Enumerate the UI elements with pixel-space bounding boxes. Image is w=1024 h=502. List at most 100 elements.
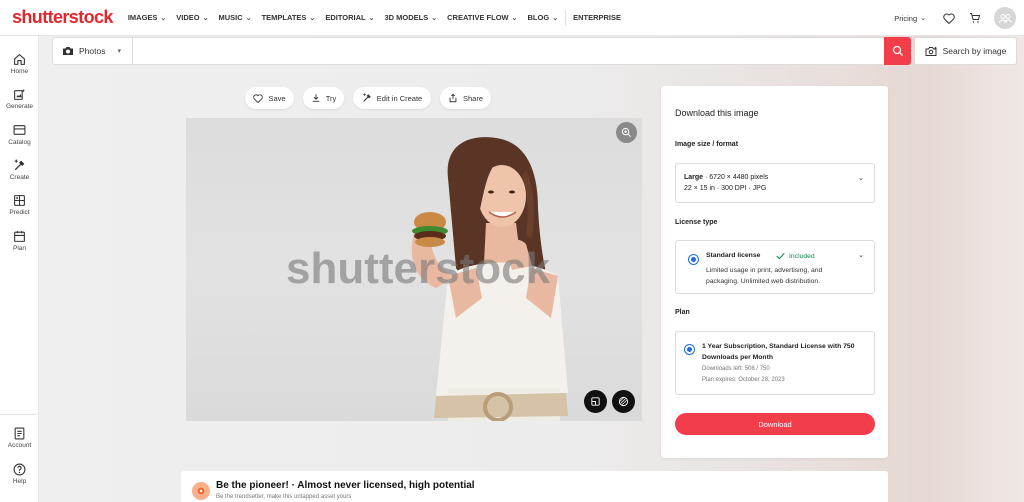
similar-images-button[interactable] xyxy=(612,390,635,413)
similar-icon xyxy=(618,396,629,407)
account-avatar-icon[interactable] xyxy=(994,7,1016,29)
expand-preview-button[interactable] xyxy=(584,390,607,413)
search-button[interactable] xyxy=(884,37,911,65)
heart-icon[interactable] xyxy=(941,10,957,26)
caret-down-icon: ▾ xyxy=(117,48,121,55)
pricing-menu[interactable]: Pricing ⌄ xyxy=(894,14,926,23)
media-type-label: Photos xyxy=(79,46,106,56)
try-button[interactable]: Try xyxy=(303,87,344,109)
nav-blog[interactable]: BLOG ⌄ xyxy=(528,13,559,22)
chevron-down-icon: ⌄ xyxy=(431,14,438,22)
sparkle-badge-icon xyxy=(192,482,210,500)
chevron-down-icon: ⌄ xyxy=(160,14,167,22)
account-icon xyxy=(13,426,27,440)
search-input[interactable] xyxy=(133,38,884,64)
top-navigation-bar: shutterstock IMAGES ⌄ VIDEO ⌄ MUSIC ⌄ TEMPL… xyxy=(0,0,1024,36)
search-icon xyxy=(892,45,903,56)
share-label: Share xyxy=(462,93,483,103)
sidebar-item-generate[interactable]: Generate xyxy=(0,87,39,110)
search-by-image-button[interactable]: Search by image xyxy=(914,37,1017,65)
stock-image-preview[interactable]: shutterstock xyxy=(186,118,642,421)
generate-icon xyxy=(13,87,27,101)
catalog-icon xyxy=(13,123,27,137)
nav-divider xyxy=(565,9,567,26)
size-summary: Large · 6720 × 4480 pixels xyxy=(684,174,768,181)
download-icon xyxy=(312,94,320,102)
nav-right-group: Pricing ⌄ xyxy=(894,0,1016,36)
woman-with-burger-photo: shutterstock xyxy=(286,137,568,421)
zoom-in-button[interactable] xyxy=(616,122,637,143)
nav-creative-flow[interactable]: CREATIVE FLOW ⌄ xyxy=(447,13,517,22)
camera-icon xyxy=(63,47,73,55)
edit-in-create-label: Edit in Create xyxy=(376,93,423,103)
home-icon xyxy=(13,52,27,66)
sidebar-item-plan[interactable]: Plan xyxy=(0,229,39,252)
search-by-image-label: Search by image xyxy=(942,46,1007,56)
sidebar-item-predict[interactable]: Predict xyxy=(0,193,39,216)
check-icon xyxy=(776,252,785,260)
image-size-dropdown[interactable]: Large · 6720 × 4480 pixels 22 × 15 in · … xyxy=(675,163,875,203)
downloads-left: Downloads left: 508 / 750 xyxy=(702,366,770,372)
chevron-down-icon: ⌄ xyxy=(858,252,864,259)
sidebar-item-create[interactable]: Create xyxy=(0,158,39,181)
image-search-icon xyxy=(925,46,937,56)
chevron-down-icon: ⌄ xyxy=(511,14,518,22)
size-pixels: · 6720 × 4480 pixels xyxy=(705,174,769,181)
sidebar-item-label: Generate xyxy=(5,103,34,110)
plan-option[interactable]: 1 Year Subscription, Standard License wi… xyxy=(675,331,875,395)
size-details: 22 × 15 in · 300 DPI · JPG xyxy=(684,185,767,192)
sidebar-item-home[interactable]: Home xyxy=(0,52,39,75)
plan-label: Plan xyxy=(675,309,690,316)
download-button[interactable]: Download xyxy=(675,413,875,435)
cart-icon[interactable] xyxy=(967,10,983,26)
search-bar: Photos ▾ xyxy=(52,37,911,65)
panel-title: Download this image xyxy=(675,108,759,118)
image-size-label: Image size / format xyxy=(675,141,739,148)
chevron-down-icon: ⌄ xyxy=(920,15,926,22)
license-radio[interactable] xyxy=(688,254,699,265)
sidebar-item-label: Create xyxy=(9,174,30,181)
license-name: Standard license xyxy=(706,252,761,259)
sidebar-item-help[interactable]: Help xyxy=(0,462,39,485)
license-option[interactable]: Standard license Included Limited usage … xyxy=(675,240,875,294)
sidebar-item-label: Plan xyxy=(12,245,26,252)
sidebar-item-label: Predict xyxy=(9,209,30,216)
save-button[interactable]: Save xyxy=(245,87,294,109)
edit-in-create-button[interactable]: Edit in Create xyxy=(353,87,431,109)
nav-templates[interactable]: TEMPLATES ⌄ xyxy=(262,13,316,22)
chevron-down-icon: ⌄ xyxy=(858,175,864,182)
image-watermark: shutterstock xyxy=(286,244,551,293)
sidebar-item-label: Account xyxy=(7,442,32,449)
heart-icon xyxy=(253,93,264,103)
nav-images[interactable]: IMAGES ⌄ xyxy=(128,13,166,22)
share-icon xyxy=(449,93,457,103)
nav-enterprise[interactable]: ENTERPRISE xyxy=(573,13,621,22)
expand-icon xyxy=(591,397,600,406)
sidebar-item-catalog[interactable]: Catalog xyxy=(0,123,39,146)
help-icon xyxy=(13,462,27,476)
sidebar-item-label: Help xyxy=(12,478,27,485)
chevron-down-icon: ⌄ xyxy=(368,14,375,22)
nav-3d-models[interactable]: 3D MODELS ⌄ xyxy=(384,13,437,22)
plan-expires: Plan expires: October 28, 2023 xyxy=(702,377,785,383)
nav-editorial[interactable]: EDITORIAL ⌄ xyxy=(325,13,374,22)
nav-video[interactable]: VIDEO ⌄ xyxy=(176,13,208,22)
media-type-dropdown[interactable]: Photos ▾ xyxy=(53,38,133,64)
included-badge: Included xyxy=(776,252,815,260)
shutterstock-logo[interactable]: shutterstock xyxy=(12,7,113,28)
pioneer-banner: Be the pioneer! · Almost never licensed,… xyxy=(181,471,888,502)
nav-music[interactable]: MUSIC ⌄ xyxy=(219,13,252,22)
zoom-in-icon xyxy=(621,127,631,137)
plan-name: 1 Year Subscription, Standard License wi… xyxy=(702,343,855,361)
sidebar-item-account[interactable]: Account xyxy=(0,426,39,449)
predict-icon xyxy=(13,193,27,207)
license-type-label: License type xyxy=(675,219,718,226)
share-button[interactable]: Share xyxy=(440,87,491,109)
sidebar-item-label: Catalog xyxy=(8,139,31,146)
left-sidebar: Home Generate Catalog Create Predict Pla… xyxy=(0,36,39,502)
download-panel: Download this image Image size / format … xyxy=(661,86,888,458)
create-icon xyxy=(13,158,27,172)
plan-radio[interactable] xyxy=(684,344,695,355)
pioneer-title: Be the pioneer! · Almost never licensed,… xyxy=(216,480,475,491)
chevron-down-icon: ⌄ xyxy=(552,14,559,22)
